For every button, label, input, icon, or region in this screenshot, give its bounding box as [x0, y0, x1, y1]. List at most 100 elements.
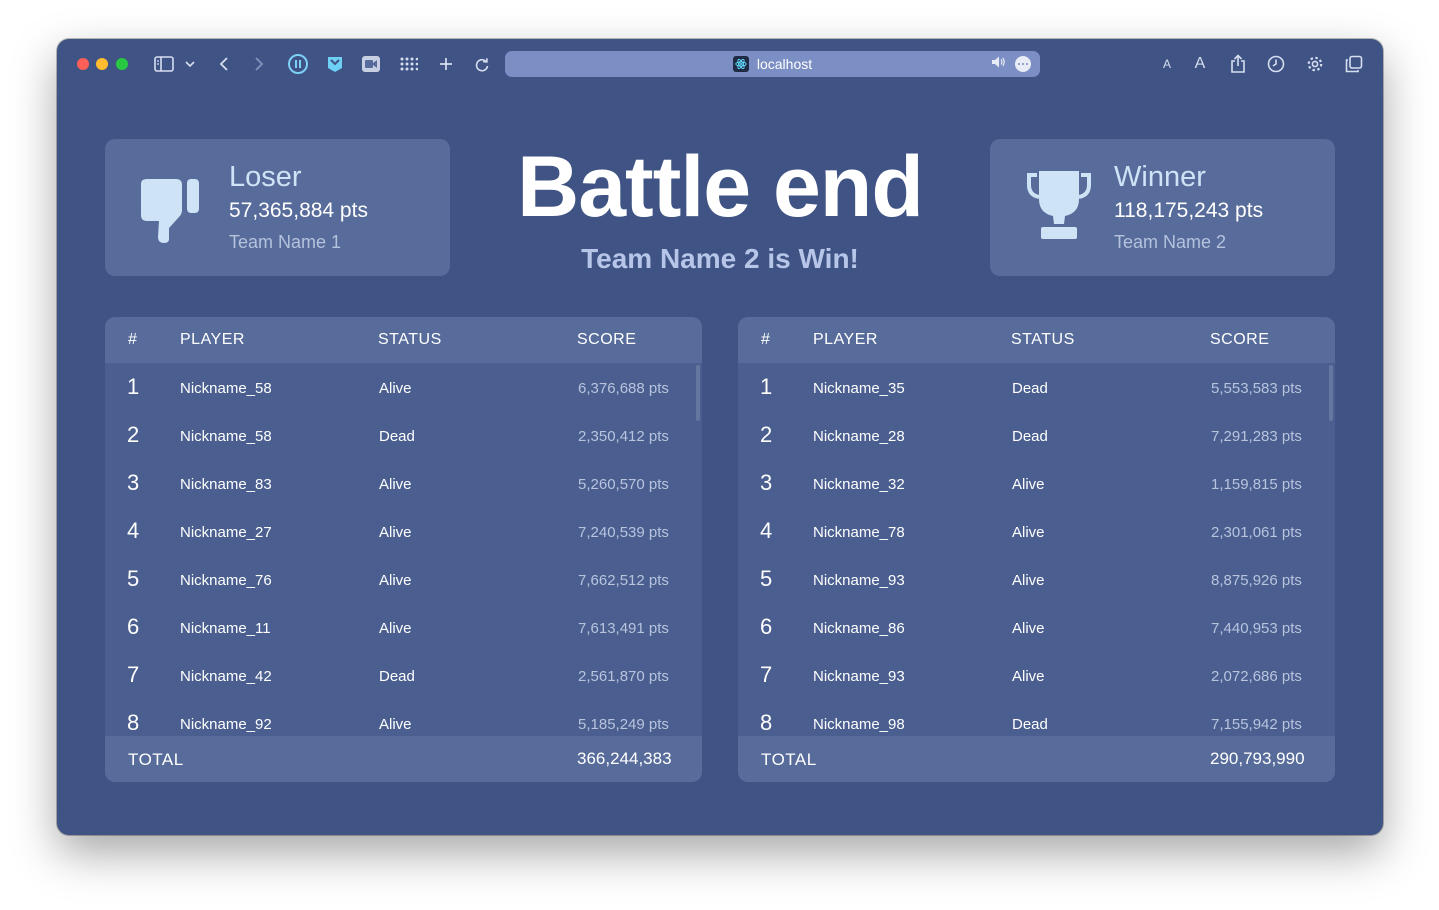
score-cell: 1,159,815 pts	[1211, 476, 1302, 493]
pause-icon[interactable]	[287, 52, 309, 76]
player-cell: Nickname_32	[813, 476, 905, 493]
score-cell: 5,260,570 pts	[578, 476, 669, 493]
table-body[interactable]: 1 Nickname_58 Alive 6,376,688 pts 2 Nickname…	[105, 363, 702, 736]
share-icon[interactable]	[1228, 52, 1248, 76]
player-cell: Nickname_27	[180, 524, 272, 541]
rank-cell: 4	[127, 518, 140, 543]
score-cell: 7,155,942 pts	[1211, 716, 1302, 733]
column-header-score: SCORE	[1210, 331, 1270, 348]
player-cell: Nickname_93	[813, 572, 905, 589]
rank-cell: 8	[127, 710, 140, 735]
table-scrollbar[interactable]	[696, 365, 700, 421]
status-cell: Dead	[379, 428, 415, 445]
text-smaller-icon[interactable]: A	[1160, 52, 1174, 76]
grid-icon[interactable]	[398, 52, 420, 76]
status-cell: Alive	[379, 716, 412, 733]
tabs-icon[interactable]	[1344, 52, 1364, 76]
more-icon[interactable]	[1015, 55, 1031, 72]
table-row: 1 Nickname_35 Dead 5,553,583 pts	[738, 363, 1335, 411]
table-row: 2 Nickname_58 Dead 2,350,412 pts	[105, 411, 702, 459]
player-cell: Nickname_76	[180, 572, 272, 589]
player-cell: Nickname_11	[180, 620, 271, 637]
status-cell: Alive	[379, 620, 412, 637]
score-cell: 2,350,412 pts	[578, 428, 669, 445]
extension-icon[interactable]	[324, 52, 346, 76]
status-cell: Alive	[1012, 668, 1045, 685]
rank-cell: 1	[127, 374, 140, 399]
column-header-status: STATUS	[1011, 331, 1075, 348]
score-cell: 2,301,061 pts	[1211, 524, 1302, 541]
player-cell: Nickname_42	[180, 668, 272, 685]
winner-points: 118,175,243 pts	[1114, 199, 1264, 222]
loser-team: Team Name 1	[229, 232, 342, 252]
team-2-table: # PLAYER STATUS SCORE 1 Nickname_35 Dead 5,…	[738, 317, 1335, 782]
table-footer: TOTAL 366,244,383	[105, 736, 702, 782]
speaker-icon[interactable]	[991, 55, 1006, 72]
forward-icon[interactable]	[252, 52, 266, 76]
table-body[interactable]: 1 Nickname_35 Dead 5,553,583 pts 2 Nickname_…	[738, 363, 1335, 736]
player-cell: Nickname_98	[813, 716, 905, 733]
status-cell: Alive	[379, 572, 412, 589]
score-cell: 8,875,926 pts	[1211, 572, 1302, 589]
table-row: 6 Nickname_86 Alive 7,440,953 pts	[738, 603, 1335, 651]
browser-window: localhost A A Loser 57,365,884 pts Team …	[57, 39, 1383, 835]
score-cell: 7,613,491 pts	[578, 620, 669, 637]
player-cell: Nickname_58	[180, 428, 272, 445]
player-cell: Nickname_86	[813, 620, 905, 637]
address-bar[interactable]: localhost	[505, 51, 1040, 77]
score-cell: 5,185,249 pts	[578, 716, 669, 733]
video-icon[interactable]	[360, 52, 382, 76]
column-header-rank: #	[761, 331, 771, 348]
rank-cell: 7	[760, 662, 773, 687]
table-row: 7 Nickname_42 Dead 2,561,870 pts	[105, 651, 702, 699]
zoom-window-button[interactable]	[116, 58, 128, 70]
score-cell: 2,561,870 pts	[578, 668, 669, 685]
history-icon[interactable]	[1266, 52, 1286, 76]
score-cell: 7,291,283 pts	[1211, 428, 1302, 445]
rank-cell: 3	[127, 470, 140, 495]
table-row: 3 Nickname_32 Alive 1,159,815 pts	[738, 459, 1335, 507]
player-cell: Nickname_78	[813, 524, 905, 541]
rank-cell: 6	[760, 614, 773, 639]
table-scrollbar[interactable]	[1329, 365, 1333, 421]
rank-cell: 8	[760, 710, 773, 735]
table-row: 7 Nickname_93 Alive 2,072,686 pts	[738, 651, 1335, 699]
status-cell: Alive	[1012, 620, 1045, 637]
rank-cell: 5	[760, 566, 773, 591]
loser-points: 57,365,884 pts	[229, 199, 368, 222]
rank-cell: 1	[760, 374, 773, 399]
score-cell: 2,072,686 pts	[1211, 668, 1302, 685]
loser-label: Loser	[229, 161, 302, 193]
table-header: # PLAYER STATUS SCORE	[738, 317, 1335, 363]
settings-icon[interactable]	[1305, 52, 1325, 76]
text-larger-icon[interactable]: A	[1192, 52, 1208, 76]
table-row: 4 Nickname_78 Alive 2,301,061 pts	[738, 507, 1335, 555]
total-label: TOTAL	[761, 750, 817, 769]
winner-label: Winner	[1114, 161, 1206, 193]
total-value: 366,244,383	[577, 749, 672, 768]
column-header-score: SCORE	[577, 331, 637, 348]
table-row: 4 Nickname_27 Alive 7,240,539 pts	[105, 507, 702, 555]
player-cell: Nickname_92	[180, 716, 272, 733]
rank-cell: 5	[127, 566, 140, 591]
chevron-down-icon[interactable]	[184, 52, 196, 76]
rank-cell: 4	[760, 518, 773, 543]
winner-team: Team Name 2	[1114, 232, 1227, 252]
status-cell: Dead	[1012, 428, 1048, 445]
sidebar-icon[interactable]	[153, 52, 175, 76]
column-header-player: PLAYER	[180, 331, 245, 348]
player-cell: Nickname_35	[813, 380, 905, 397]
new-tab-icon[interactable]	[438, 52, 454, 76]
status-cell: Alive	[379, 476, 412, 493]
back-icon[interactable]	[217, 52, 231, 76]
browser-toolbar: localhost A A	[57, 39, 1383, 89]
reload-icon[interactable]	[474, 52, 490, 76]
minimize-window-button[interactable]	[96, 58, 108, 70]
url-text: localhost	[756, 56, 813, 72]
loser-card: Loser 57,365,884 pts Team Name 1	[105, 139, 450, 276]
close-window-button[interactable]	[77, 58, 89, 70]
status-cell: Dead	[1012, 716, 1048, 733]
table-row: 2 Nickname_28 Dead 7,291,283 pts	[738, 411, 1335, 459]
total-label: TOTAL	[128, 750, 184, 769]
winner-card: Winner 118,175,243 pts Team Name 2	[990, 139, 1335, 276]
